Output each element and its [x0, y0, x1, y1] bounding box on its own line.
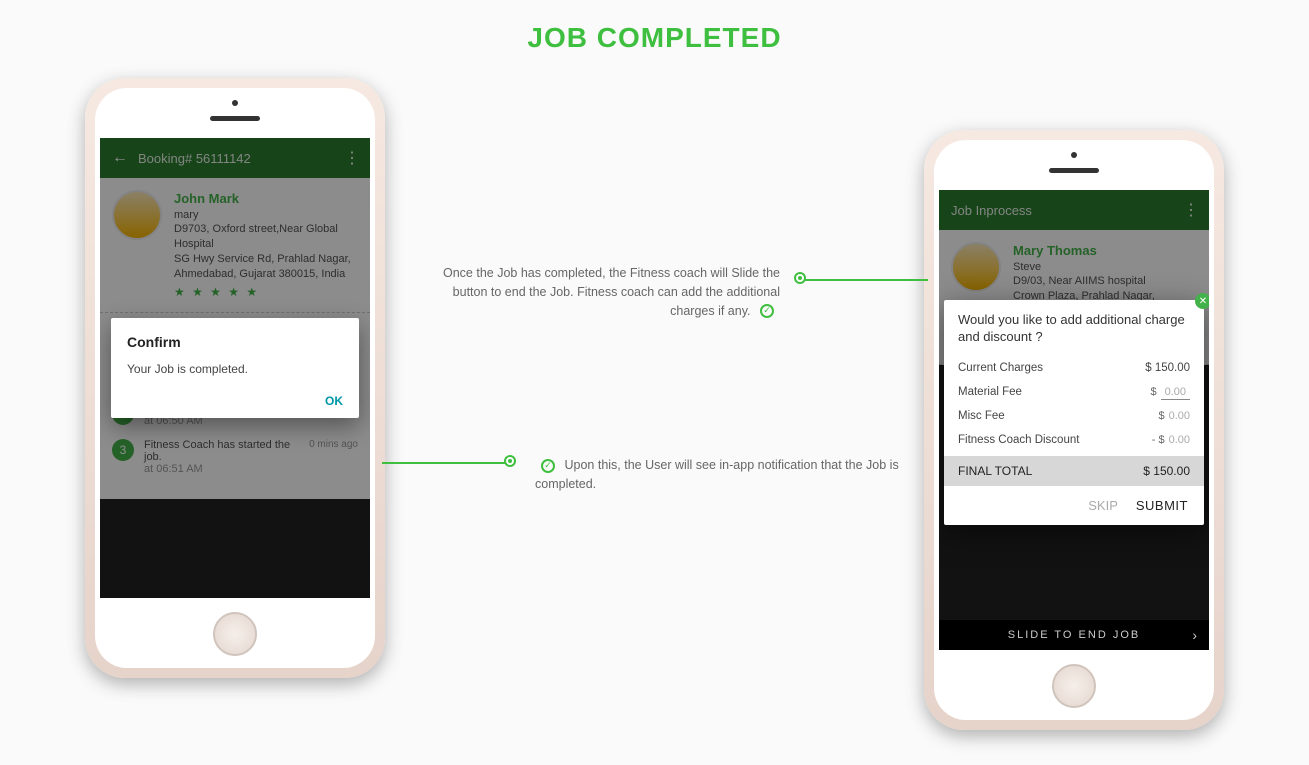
dialog-question: Would you like to add additional charge … [958, 312, 1190, 346]
confirm-title: Confirm [127, 334, 343, 350]
current-charges-label: Current Charges [958, 362, 1043, 374]
speaker [210, 116, 260, 121]
misc-fee-label: Misc Fee [958, 410, 1005, 422]
final-total-value: $ 150.00 [1143, 464, 1190, 478]
slide-label: SLIDE TO END JOB [1008, 629, 1140, 641]
phone-right: Job Inprocess ⋮ Mary Thomas Steve D9/03,… [924, 130, 1224, 730]
confirm-message: Your Job is completed. [127, 362, 343, 376]
current-charges-row: Current Charges $ 150.00 [958, 356, 1190, 380]
final-total-label: FINAL TOTAL [958, 464, 1032, 478]
currency-symbol: $ [1158, 410, 1164, 422]
confirm-dialog: Confirm Your Job is completed. OK [111, 318, 359, 418]
camera-dot [1071, 152, 1077, 158]
submit-button[interactable]: SUBMIT [1136, 498, 1188, 513]
discount-row: Fitness Coach Discount - $ 0.00 [958, 428, 1190, 452]
phone-screen: Job Inprocess ⋮ Mary Thomas Steve D9/03,… [939, 190, 1209, 650]
check-icon: ✓ [760, 304, 774, 318]
chevron-right-icon: › [1192, 627, 1199, 643]
material-fee-label: Material Fee [958, 386, 1022, 398]
phone-screen: ← Booking# 56111142 ⋮ John Mark mary D97… [100, 138, 370, 598]
camera-dot [232, 100, 238, 106]
skip-button[interactable]: SKIP [1088, 498, 1118, 513]
check-icon: ✓ [541, 459, 555, 473]
connector-dot [504, 455, 516, 467]
callout-2: ✓ Upon this, the User will see in-app no… [535, 456, 900, 494]
connector-line [382, 462, 510, 464]
ok-button[interactable]: OK [127, 394, 343, 408]
material-fee-row: Material Fee $0.00 [958, 380, 1190, 404]
final-total-row: FINAL TOTAL $ 150.00 [944, 456, 1204, 486]
speaker [1049, 168, 1099, 173]
current-charges-value: $ 150.00 [1145, 362, 1190, 374]
discount-input[interactable]: 0.00 [1169, 434, 1190, 446]
misc-fee-input[interactable]: 0.00 [1169, 410, 1190, 422]
close-icon[interactable]: ✕ [1195, 293, 1209, 309]
home-button[interactable] [213, 612, 257, 656]
material-fee-input[interactable]: 0.00 [1161, 386, 1190, 400]
home-button[interactable] [1052, 664, 1096, 708]
discount-label: Fitness Coach Discount [958, 434, 1079, 446]
slide-to-end-bar[interactable]: SLIDE TO END JOB › [939, 620, 1209, 650]
connector-line [800, 279, 928, 281]
connector-dot [794, 272, 806, 284]
misc-fee-row: Misc Fee $0.00 [958, 404, 1190, 428]
phone-left: ← Booking# 56111142 ⋮ John Mark mary D97… [85, 78, 385, 678]
callout-1: Once the Job has completed, the Fitness … [415, 264, 780, 320]
currency-symbol: - $ [1152, 434, 1165, 446]
charges-dialog: ✕ Would you like to add additional charg… [944, 300, 1204, 525]
currency-symbol: $ [1150, 386, 1156, 398]
page-title: JOB COMPLETED [0, 0, 1309, 54]
